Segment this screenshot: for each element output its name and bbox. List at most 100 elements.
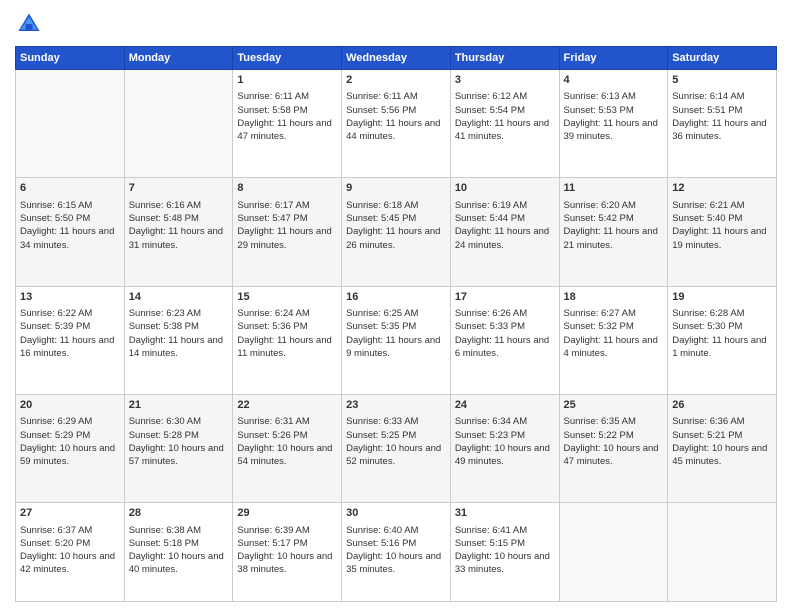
calendar-cell: 5Sunrise: 6:14 AMSunset: 5:51 PMDaylight… xyxy=(668,70,777,178)
sunrise-text: Sunrise: 6:30 AM xyxy=(129,416,201,427)
day-number: 11 xyxy=(564,181,664,196)
daylight-text: Daylight: 11 hours and 9 minutes. xyxy=(346,335,440,359)
daylight-text: Daylight: 10 hours and 52 minutes. xyxy=(346,443,441,467)
calendar-cell: 3Sunrise: 6:12 AMSunset: 5:54 PMDaylight… xyxy=(450,70,559,178)
day-number: 5 xyxy=(672,73,772,88)
calendar-table: SundayMondayTuesdayWednesdayThursdayFrid… xyxy=(15,46,777,602)
daylight-text: Daylight: 10 hours and 33 minutes. xyxy=(455,551,550,575)
day-number: 27 xyxy=(20,506,120,521)
sunset-text: Sunset: 5:36 PM xyxy=(237,321,307,332)
sunrise-text: Sunrise: 6:36 AM xyxy=(672,416,744,427)
day-header-friday: Friday xyxy=(559,47,668,70)
calendar-cell: 15Sunrise: 6:24 AMSunset: 5:36 PMDayligh… xyxy=(233,286,342,394)
sunrise-text: Sunrise: 6:12 AM xyxy=(455,91,527,102)
day-number: 19 xyxy=(672,290,772,305)
sunset-text: Sunset: 5:35 PM xyxy=(346,321,416,332)
calendar-cell: 31Sunrise: 6:41 AMSunset: 5:15 PMDayligh… xyxy=(450,503,559,602)
daylight-text: Daylight: 11 hours and 24 minutes. xyxy=(455,226,549,250)
daylight-text: Daylight: 11 hours and 16 minutes. xyxy=(20,335,114,359)
calendar-cell: 19Sunrise: 6:28 AMSunset: 5:30 PMDayligh… xyxy=(668,286,777,394)
sunrise-text: Sunrise: 6:29 AM xyxy=(20,416,92,427)
calendar-cell: 16Sunrise: 6:25 AMSunset: 5:35 PMDayligh… xyxy=(342,286,451,394)
daylight-text: Daylight: 10 hours and 54 minutes. xyxy=(237,443,332,467)
day-number: 7 xyxy=(129,181,229,196)
sunset-text: Sunset: 5:17 PM xyxy=(237,538,307,549)
day-number: 2 xyxy=(346,73,446,88)
day-header-sunday: Sunday xyxy=(16,47,125,70)
sunset-text: Sunset: 5:29 PM xyxy=(20,430,90,441)
calendar-cell: 17Sunrise: 6:26 AMSunset: 5:33 PMDayligh… xyxy=(450,286,559,394)
day-number: 3 xyxy=(455,73,555,88)
calendar-cell xyxy=(559,503,668,602)
sunrise-text: Sunrise: 6:18 AM xyxy=(346,200,418,211)
logo xyxy=(15,10,47,38)
sunset-text: Sunset: 5:38 PM xyxy=(129,321,199,332)
sunset-text: Sunset: 5:39 PM xyxy=(20,321,90,332)
calendar-cell: 8Sunrise: 6:17 AMSunset: 5:47 PMDaylight… xyxy=(233,178,342,286)
calendar-cell: 14Sunrise: 6:23 AMSunset: 5:38 PMDayligh… xyxy=(124,286,233,394)
daylight-text: Daylight: 11 hours and 44 minutes. xyxy=(346,118,440,142)
sunset-text: Sunset: 5:48 PM xyxy=(129,213,199,224)
day-number: 30 xyxy=(346,506,446,521)
sunrise-text: Sunrise: 6:15 AM xyxy=(20,200,92,211)
calendar-cell: 12Sunrise: 6:21 AMSunset: 5:40 PMDayligh… xyxy=(668,178,777,286)
daylight-text: Daylight: 11 hours and 21 minutes. xyxy=(564,226,658,250)
day-header-wednesday: Wednesday xyxy=(342,47,451,70)
sunset-text: Sunset: 5:20 PM xyxy=(20,538,90,549)
sunset-text: Sunset: 5:47 PM xyxy=(237,213,307,224)
day-number: 28 xyxy=(129,506,229,521)
calendar-cell: 20 Sunrise: 6:29 AM Sunset: 5:29 PM Dayligh… xyxy=(16,394,125,502)
calendar-cell: 10Sunrise: 6:19 AMSunset: 5:44 PMDayligh… xyxy=(450,178,559,286)
sunset-text: Sunset: 5:26 PM xyxy=(237,430,307,441)
sunset-text: Sunset: 5:33 PM xyxy=(455,321,525,332)
daylight-text: Daylight: 10 hours and 59 minutes. xyxy=(20,443,115,467)
day-header-thursday: Thursday xyxy=(450,47,559,70)
sunset-text: Sunset: 5:56 PM xyxy=(346,105,416,116)
sunset-text: Sunset: 5:25 PM xyxy=(346,430,416,441)
day-number: 16 xyxy=(346,290,446,305)
calendar-cell: 27Sunrise: 6:37 AMSunset: 5:20 PMDayligh… xyxy=(16,503,125,602)
day-number: 12 xyxy=(672,181,772,196)
daylight-text: Daylight: 10 hours and 35 minutes. xyxy=(346,551,441,575)
sunrise-text: Sunrise: 6:14 AM xyxy=(672,91,744,102)
sunrise-text: Sunrise: 6:31 AM xyxy=(237,416,309,427)
day-header-saturday: Saturday xyxy=(668,47,777,70)
sunset-text: Sunset: 5:32 PM xyxy=(564,321,634,332)
sunset-text: Sunset: 5:45 PM xyxy=(346,213,416,224)
daylight-text: Daylight: 11 hours and 19 minutes. xyxy=(672,226,766,250)
day-header-monday: Monday xyxy=(124,47,233,70)
calendar-cell: 23Sunrise: 6:33 AMSunset: 5:25 PMDayligh… xyxy=(342,394,451,502)
daylight-text: Daylight: 11 hours and 47 minutes. xyxy=(237,118,331,142)
day-number: 25 xyxy=(564,398,664,413)
sunrise-text: Sunrise: 6:17 AM xyxy=(237,200,309,211)
calendar-cell xyxy=(124,70,233,178)
sunrise-text: Sunrise: 6:40 AM xyxy=(346,525,418,536)
calendar-cell: 18Sunrise: 6:27 AMSunset: 5:32 PMDayligh… xyxy=(559,286,668,394)
sunrise-text: Sunrise: 6:34 AM xyxy=(455,416,527,427)
sunrise-text: Sunrise: 6:24 AM xyxy=(237,308,309,319)
sunrise-text: Sunrise: 6:27 AM xyxy=(564,308,636,319)
calendar-cell: 21Sunrise: 6:30 AMSunset: 5:28 PMDayligh… xyxy=(124,394,233,502)
sunset-text: Sunset: 5:18 PM xyxy=(129,538,199,549)
daylight-text: Daylight: 10 hours and 45 minutes. xyxy=(672,443,767,467)
calendar-cell: 26Sunrise: 6:36 AMSunset: 5:21 PMDayligh… xyxy=(668,394,777,502)
daylight-text: Daylight: 11 hours and 34 minutes. xyxy=(20,226,114,250)
calendar-cell: 11Sunrise: 6:20 AMSunset: 5:42 PMDayligh… xyxy=(559,178,668,286)
sunrise-text: Sunrise: 6:37 AM xyxy=(20,525,92,536)
day-header-tuesday: Tuesday xyxy=(233,47,342,70)
sunrise-text: Sunrise: 6:19 AM xyxy=(455,200,527,211)
sunset-text: Sunset: 5:54 PM xyxy=(455,105,525,116)
week-row-5: 27 Sunrise: 6:37 AM Sunset: 5:20 PM Dayligh… xyxy=(16,503,777,602)
logo-icon xyxy=(15,10,43,38)
calendar-cell: 9Sunrise: 6:18 AMSunset: 5:45 PMDaylight… xyxy=(342,178,451,286)
sunrise-text: Sunrise: 6:21 AM xyxy=(672,200,744,211)
daylight-text: Daylight: 10 hours and 38 minutes. xyxy=(237,551,332,575)
sunrise-text: Sunrise: 6:16 AM xyxy=(129,200,201,211)
calendar-cell: 29Sunrise: 6:39 AMSunset: 5:17 PMDayligh… xyxy=(233,503,342,602)
sunset-text: Sunset: 5:50 PM xyxy=(20,213,90,224)
sunset-text: Sunset: 5:30 PM xyxy=(672,321,742,332)
week-row-3: 13Sunrise: 6:22 AMSunset: 5:39 PMDayligh… xyxy=(16,286,777,394)
sunset-text: Sunset: 5:53 PM xyxy=(564,105,634,116)
day-number: 18 xyxy=(564,290,664,305)
day-number: 20 xyxy=(20,398,120,413)
